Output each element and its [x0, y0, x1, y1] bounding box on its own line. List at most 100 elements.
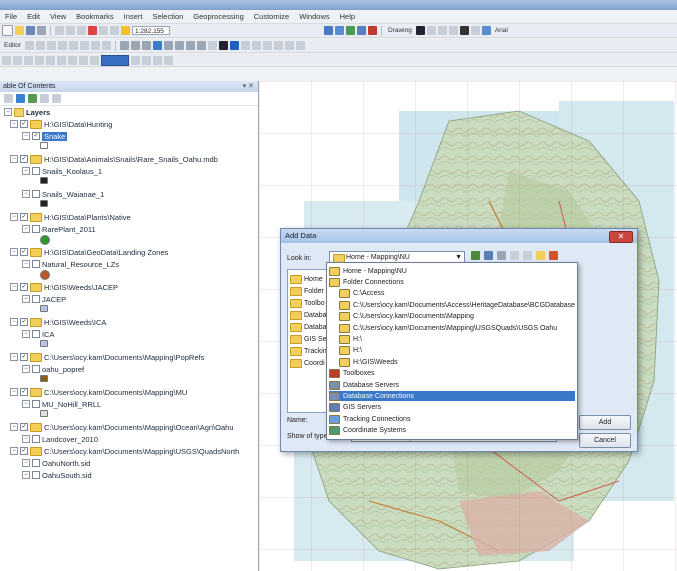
paste-icon[interactable] — [77, 26, 86, 35]
toc-layer-row[interactable]: − ICA — [22, 329, 55, 339]
editor-icon[interactable] — [324, 26, 333, 35]
look-in-option[interactable]: C:\Users\ocy.kam\Documents\Access\Herita… — [329, 300, 575, 310]
collapse-icon[interactable]: − — [10, 213, 18, 221]
visibility-checkbox[interactable] — [32, 190, 40, 198]
view-menu-icon[interactable] — [510, 251, 519, 260]
contents-list-item[interactable]: Databa — [290, 322, 327, 332]
list-by-source-icon[interactable] — [16, 94, 25, 103]
look-in-option[interactable]: Toolboxes — [329, 369, 575, 379]
contents-list-item[interactable]: Trackin — [290, 346, 327, 356]
layout-back-icon[interactable] — [68, 55, 77, 65]
select-elements-icon-2[interactable] — [218, 41, 228, 50]
focus-data-frame-icon[interactable] — [142, 55, 151, 65]
pan-icon[interactable] — [141, 41, 151, 50]
zoom-out-icon[interactable] — [130, 41, 140, 50]
contents-list-item[interactable]: Databa — [290, 310, 327, 320]
menu-bookmarks[interactable]: Bookmarks — [71, 12, 119, 21]
menu-insert[interactable]: Insert — [119, 12, 148, 21]
save-icon[interactable] — [26, 26, 35, 35]
toc-group-row[interactable]: − ✓ H:\GIS\Data\Hunting — [10, 119, 112, 129]
collapse-icon[interactable]: − — [22, 225, 30, 233]
collapse-icon[interactable]: − — [22, 260, 30, 268]
visibility-checkbox[interactable] — [32, 471, 40, 479]
contents-list-item[interactable]: Folder — [290, 286, 324, 296]
look-in-option[interactable]: Folder Connections — [329, 277, 575, 287]
visibility-checkbox[interactable]: ✓ — [20, 353, 28, 361]
full-extent-icon[interactable] — [152, 41, 162, 50]
open-folder-icon[interactable] — [15, 26, 24, 35]
hyperlink-icon[interactable] — [240, 41, 250, 50]
toggle-draft-icon[interactable] — [131, 55, 140, 65]
visibility-checkbox[interactable]: ✓ — [20, 213, 28, 221]
zoom-in-icon[interactable] — [119, 41, 129, 50]
look-in-option[interactable]: C:\Users\ocy.kam\Documents\Mapping — [329, 312, 575, 322]
visibility-checkbox[interactable]: ✓ — [32, 132, 40, 140]
visibility-checkbox[interactable]: ✓ — [20, 388, 28, 396]
collapse-icon[interactable]: − — [10, 447, 18, 455]
measure-icon[interactable] — [262, 41, 272, 50]
close-dialog-button[interactable]: ✕ — [609, 231, 633, 243]
contents-list-item[interactable]: Toolbo — [290, 298, 325, 308]
toc-group-row[interactable]: − ✓ C:\Users\ocy.kam\Documents\Mapping\MU — [10, 387, 187, 397]
toc-group-row[interactable]: − ✓ H:\GIS\Data\GeoData\Landing Zones — [10, 247, 168, 257]
copy-icon[interactable] — [66, 26, 75, 35]
layout-forward-icon[interactable] — [79, 55, 88, 65]
print-icon[interactable] — [37, 26, 46, 35]
change-layout-icon[interactable] — [153, 55, 162, 65]
trace-icon[interactable] — [46, 41, 56, 50]
visibility-checkbox[interactable] — [32, 260, 40, 268]
attributes-icon[interactable] — [90, 41, 100, 50]
visibility-checkbox[interactable] — [32, 400, 40, 408]
undo-icon[interactable] — [99, 26, 108, 35]
collapse-icon[interactable]: − — [22, 132, 30, 140]
sketch-props-icon[interactable] — [101, 41, 111, 50]
toc-group-row[interactable]: − ✓ C:\Users\ocy.kam\Documents\Mapping\Oce… — [10, 422, 234, 432]
rotate-icon[interactable] — [426, 26, 436, 35]
back-extent-icon[interactable] — [185, 41, 195, 50]
editor-menu[interactable]: Editor — [2, 42, 23, 49]
add-data-icon[interactable] — [121, 26, 130, 35]
visibility-checkbox[interactable]: ✓ — [20, 283, 28, 291]
collapse-icon[interactable]: − — [22, 190, 30, 198]
toc-layer-row[interactable]: − ✓ Snake — [22, 131, 68, 141]
new-document-icon[interactable] — [2, 25, 13, 36]
look-in-option[interactable]: Database Connections — [329, 391, 575, 402]
visibility-checkbox[interactable] — [32, 295, 40, 303]
go-to-default-icon[interactable] — [484, 251, 493, 260]
menu-file[interactable]: File — [0, 12, 22, 21]
toc-group-row[interactable]: − ✓ C:\Users\ocy.kam\Documents\Mapping\Pop… — [10, 352, 204, 362]
find-icon[interactable] — [273, 41, 283, 50]
fixed-zoom-out-icon[interactable] — [174, 41, 184, 50]
look-in-option[interactable]: H:\ — [329, 334, 575, 344]
menu-edit[interactable]: Edit — [22, 12, 45, 21]
menu-view[interactable]: View — [45, 12, 71, 21]
cut-icon[interactable] — [55, 26, 64, 35]
new-item-icon[interactable] — [549, 251, 558, 260]
zoom-100-icon[interactable] — [35, 55, 44, 65]
collapse-icon[interactable]: − — [22, 295, 30, 303]
time-slider-icon[interactable] — [295, 41, 305, 50]
collapse-icon[interactable]: − — [22, 459, 30, 467]
toc-layer-row[interactable]: − MU_NoHill_RRLL — [22, 399, 101, 409]
contents-list-item[interactable]: GIS Ser — [290, 334, 329, 344]
look-in-option[interactable]: H:\GIS\Weeds — [329, 357, 575, 367]
fixed-zoom-in-icon[interactable] — [163, 41, 173, 50]
look-in-option[interactable]: Home - Mapping\NU — [329, 266, 575, 276]
toc-group-row[interactable]: − ✓ H:\GIS\Weeds\ICA — [10, 317, 106, 327]
visibility-checkbox[interactable]: ✓ — [20, 248, 28, 256]
zoom-whole-page-icon[interactable] — [437, 26, 447, 35]
close-icon[interactable]: ▾ ✕ — [243, 81, 258, 92]
visibility-checkbox[interactable] — [32, 365, 40, 373]
redo-icon[interactable] — [110, 26, 119, 35]
table-icon[interactable] — [335, 26, 344, 35]
visibility-checkbox[interactable]: ✓ — [20, 155, 28, 163]
collapse-icon[interactable]: − — [22, 471, 30, 479]
zoom-percent-icon[interactable] — [90, 55, 99, 65]
list-by-drawing-order-icon[interactable] — [4, 94, 13, 103]
collapse-icon[interactable]: − — [10, 283, 18, 291]
toc-layer-row[interactable]: − JACEP — [22, 294, 66, 304]
menu-windows[interactable]: Windows — [294, 12, 334, 21]
contents-list-item[interactable]: Home — [290, 274, 323, 284]
up-one-level-icon[interactable] — [471, 251, 480, 260]
menu-selection[interactable]: Selection — [147, 12, 188, 21]
